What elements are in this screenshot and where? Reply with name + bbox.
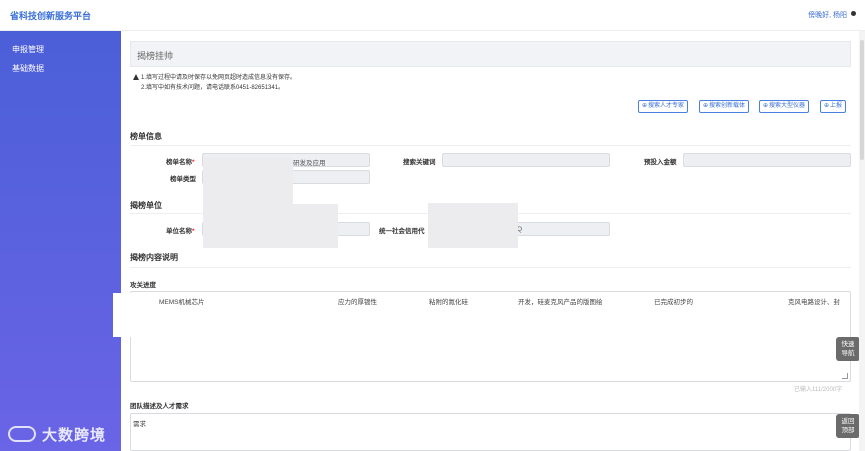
progress-text-segment: 克风电路设计、封 (788, 299, 840, 306)
divider (130, 145, 851, 146)
redaction-block (203, 158, 248, 248)
user-menu-icon[interactable] (851, 11, 856, 16)
sidebar-item-basic-data[interactable]: 基础数据 (12, 63, 44, 74)
section-unit: 揭榜单位 (130, 201, 162, 210)
progress-text-segment: MEMS机械芯片 (159, 299, 205, 306)
progress-textarea[interactable]: MEMS机械芯片 应力的厚镀性 粘附的氮化硅 开发，硅麦克风产品的版图绘 已完成… (130, 291, 851, 382)
quick-nav-button[interactable]: 快速 导航 (836, 337, 860, 361)
keywords-field[interactable] (442, 153, 610, 167)
plus-circle-icon: ⊕ (824, 103, 830, 109)
plus-circle-icon: ⊕ (703, 103, 709, 109)
unit-name-label: 单位名称* (166, 228, 195, 235)
notice-2: 2.填写中如有技术问题，请电话联系0451-82651341。 (141, 85, 285, 91)
progress-text-segment: 已完成初步的 (654, 299, 693, 306)
back-to-top-button[interactable]: 返回 顶部 (836, 414, 860, 438)
progress-text-segment: 粘附的氮化硅 (429, 299, 468, 306)
section-content: 揭榜内容说明 (130, 253, 178, 262)
redaction-block (248, 204, 338, 248)
notice-1: 1.填写过程中请及时保存以免网页超时造成信息没有保存。 (133, 72, 296, 81)
search-instrument-button[interactable]: ⊕搜索大型仪器 (759, 100, 810, 113)
search-carrier-button[interactable]: ⊕搜索创新载体 (699, 100, 750, 113)
char-counter: 已输入111/2000字 (794, 387, 843, 393)
list-type-label: 榜单类型 (170, 176, 196, 183)
progress-text-segment: 应力的厚镀性 (338, 299, 377, 306)
divider (130, 267, 851, 268)
page-title-bar: 揭榜挂帅 (130, 41, 851, 67)
plus-circle-icon: ⊕ (642, 103, 648, 109)
plus-circle-icon: ⊕ (763, 103, 769, 109)
submit-button[interactable]: ⊕上报 (820, 100, 847, 113)
search-talent-button[interactable]: ⊕搜索人才专家 (638, 100, 689, 113)
page-title: 揭榜挂帅 (137, 51, 174, 61)
resize-handle-icon[interactable] (842, 373, 848, 379)
section-list-info: 榜单信息 (130, 132, 162, 141)
user-greeting[interactable]: 傍晚好, 杨阳 (808, 10, 847, 20)
budget-field[interactable] (683, 153, 851, 167)
redaction-block (248, 158, 293, 204)
warning-icon (133, 74, 139, 80)
app-title[interactable]: 省科技创新服务平台 (10, 9, 91, 22)
keywords-label: 搜索关键词 (403, 159, 436, 166)
sidebar: 申报管理 基础数据 (0, 31, 121, 451)
sidebar-item-declaration[interactable]: 申报管理 (12, 44, 44, 55)
top-bar: 省科技创新服务平台 傍晚好, 杨阳 (0, 0, 865, 31)
team-textarea[interactable]: 需求 (130, 413, 851, 451)
credit-code-label: 统一社会信用代 (379, 228, 425, 235)
watermark-logo-icon (8, 426, 36, 442)
progress-label: 攻关进度 (130, 282, 156, 289)
scrollbar-thumb[interactable] (860, 40, 864, 160)
progress-text-segment: 开发，硅麦克风产品的版图绘 (518, 299, 603, 306)
list-name-label: 榜单名称* (166, 159, 195, 166)
budget-label: 预投入金额 (644, 159, 677, 166)
team-text: 需求 (133, 421, 146, 428)
watermark-text: 大数跨境 (42, 427, 107, 444)
redaction-block (428, 203, 518, 248)
team-label: 团队描述及人才需求 (130, 403, 189, 410)
redaction-block (113, 293, 158, 337)
